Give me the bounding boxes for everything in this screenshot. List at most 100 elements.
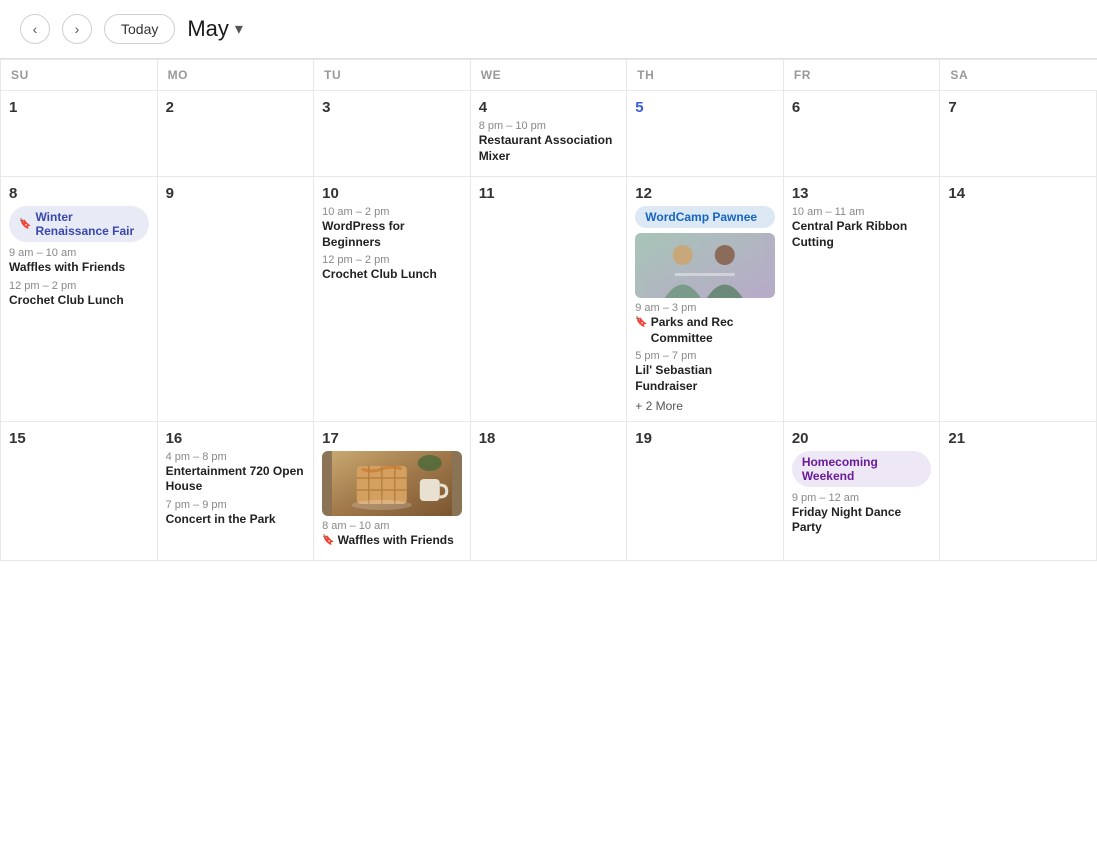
event[interactable]: 9 am – 3 pm🔖Parks and Rec Committee: [635, 302, 775, 346]
event[interactable]: 9 am – 10 amWaffles with Friends: [9, 247, 149, 276]
day-number[interactable]: 15: [9, 430, 149, 447]
day-cell: 21: [940, 421, 1097, 561]
header-th: TH: [627, 60, 784, 91]
event[interactable]: 12 pm – 2 pmCrochet Club Lunch: [322, 254, 462, 283]
day-number[interactable]: 1: [9, 99, 149, 116]
event-title: Crochet Club Lunch: [9, 293, 149, 309]
day-number[interactable]: 8: [9, 185, 149, 202]
event[interactable]: 5 pm – 7 pmLil' Sebastian Fundraiser: [635, 350, 775, 394]
chevron-down-icon: ▾: [235, 19, 243, 39]
day-cell: 7: [940, 91, 1097, 177]
day-cell: 2: [157, 91, 314, 177]
event-title: Lil' Sebastian Fundraiser: [635, 363, 775, 394]
wordcamp-image: [635, 233, 775, 298]
event-title: Concert in the Park: [166, 512, 306, 528]
event-title: Central Park Ribbon Cutting: [792, 219, 932, 250]
event-time: 7 pm – 9 pm: [166, 499, 306, 511]
event[interactable]: 12 pm – 2 pmCrochet Club Lunch: [9, 280, 149, 309]
day-number[interactable]: 7: [948, 99, 1088, 116]
event[interactable]: 8 pm – 10 pmRestaurant Association Mixer: [479, 120, 619, 164]
day-number[interactable]: 9: [166, 185, 306, 202]
day-number[interactable]: 12: [635, 185, 775, 202]
header-su: SU: [1, 60, 158, 91]
event-time: 4 pm – 8 pm: [166, 451, 306, 463]
day-cell: 8 🔖Winter Renaissance Fair 9 am – 10 amWaf…: [1, 177, 158, 421]
day-number[interactable]: 11: [479, 185, 619, 202]
day-number[interactable]: 17: [322, 430, 462, 447]
event[interactable]: 10 am – 11 amCentral Park Ribbon Cutting: [792, 206, 932, 250]
day-cell: 12WordCamp Pawnee 9 am – 3 pm🔖Parks a: [627, 177, 784, 421]
event-time: 10 am – 11 am: [792, 206, 932, 218]
event-title: Crochet Club Lunch: [322, 267, 462, 283]
event-title: 🔖Waffles with Friends: [322, 533, 462, 549]
event-title: Entertainment 720 Open House: [166, 464, 306, 495]
event[interactable]: 4 pm – 8 pmEntertainment 720 Open House: [166, 451, 306, 495]
day-number[interactable]: 6: [792, 99, 932, 116]
day-number[interactable]: 19: [635, 430, 775, 447]
event[interactable]: 10 am – 2 pmWordPress for Beginners: [322, 206, 462, 250]
next-button[interactable]: ›: [62, 14, 92, 44]
calendar-grid: SU MO TU WE TH FR SA 12348 pm – 10 pmRes…: [0, 59, 1097, 561]
event-time: 12 pm – 2 pm: [9, 280, 149, 292]
more-events-link[interactable]: + 2 More: [635, 399, 775, 413]
event-time: 12 pm – 2 pm: [322, 254, 462, 266]
day-cell: 17: [314, 421, 471, 561]
day-cell: 4 8 pm – 10 pmRestaurant Association Mixe…: [470, 91, 627, 177]
flag-icon: 🔖: [19, 219, 31, 230]
day-cell: 9: [157, 177, 314, 421]
day-number[interactable]: 2: [166, 99, 306, 116]
flag-icon: 🔖: [322, 534, 334, 547]
prev-button[interactable]: ‹: [20, 14, 50, 44]
header-mo: MO: [157, 60, 314, 91]
event-time: 8 pm – 10 pm: [479, 120, 619, 132]
day-number[interactable]: 5: [635, 99, 775, 116]
header-we: WE: [470, 60, 627, 91]
month-title[interactable]: May ▾: [187, 16, 243, 42]
event-time: 10 am – 2 pm: [322, 206, 462, 218]
day-cell: 3: [314, 91, 471, 177]
day-number[interactable]: 18: [479, 430, 619, 447]
header-fr: FR: [783, 60, 940, 91]
day-number[interactable]: 21: [948, 430, 1088, 447]
day-number[interactable]: 16: [166, 430, 306, 447]
day-cell: 1: [1, 91, 158, 177]
day-cell: 13 10 am – 11 amCentral Park Ribbon Cutti…: [783, 177, 940, 421]
day-cell: 11: [470, 177, 627, 421]
header-tu: TU: [314, 60, 471, 91]
day-cell: 10 10 am – 2 pmWordPress for Beginners 12 …: [314, 177, 471, 421]
event-title: Friday Night Dance Party: [792, 505, 932, 536]
event-time: 9 am – 3 pm: [635, 302, 775, 314]
day-number[interactable]: 14: [948, 185, 1088, 202]
day-number[interactable]: 4: [479, 99, 619, 116]
day-number[interactable]: 10: [322, 185, 462, 202]
event[interactable]: 8 am – 10 am🔖Waffles with Friends: [322, 520, 462, 549]
day-number[interactable]: 13: [792, 185, 932, 202]
day-cell: 18: [470, 421, 627, 561]
flag-icon: 🔖: [635, 316, 647, 329]
event-time: 9 am – 10 am: [9, 247, 149, 259]
event-title: 🔖Parks and Rec Committee: [635, 315, 775, 346]
event-time: 5 pm – 7 pm: [635, 350, 775, 362]
day-cell: 5: [627, 91, 784, 177]
day-cell: 14: [940, 177, 1097, 421]
day-number[interactable]: 3: [322, 99, 462, 116]
header: ‹ › Today May ▾: [0, 0, 1097, 59]
event-banner[interactable]: 🔖Winter Renaissance Fair: [9, 206, 149, 242]
event[interactable]: 7 pm – 9 pmConcert in the Park: [166, 499, 306, 528]
day-cell: 15: [1, 421, 158, 561]
event-banner[interactable]: Homecoming Weekend: [792, 451, 932, 487]
day-cell: 6: [783, 91, 940, 177]
day-cell: 20 Homecoming Weekend 9 pm – 12 amFriday N…: [783, 421, 940, 561]
day-number[interactable]: 20: [792, 430, 932, 447]
header-sa: SA: [940, 60, 1097, 91]
event[interactable]: 9 pm – 12 amFriday Night Dance Party: [792, 492, 932, 536]
day-cell: 16 4 pm – 8 pmEntertainment 720 Open Hous…: [157, 421, 314, 561]
event-time: 9 pm – 12 am: [792, 492, 932, 504]
event-title: Restaurant Association Mixer: [479, 133, 619, 164]
day-cell: 19: [627, 421, 784, 561]
event-title: Waffles with Friends: [9, 260, 149, 276]
event-title: WordPress for Beginners: [322, 219, 462, 250]
event-time: 8 am – 10 am: [322, 520, 462, 532]
today-button[interactable]: Today: [104, 14, 175, 44]
event-banner[interactable]: WordCamp Pawnee: [635, 206, 775, 228]
